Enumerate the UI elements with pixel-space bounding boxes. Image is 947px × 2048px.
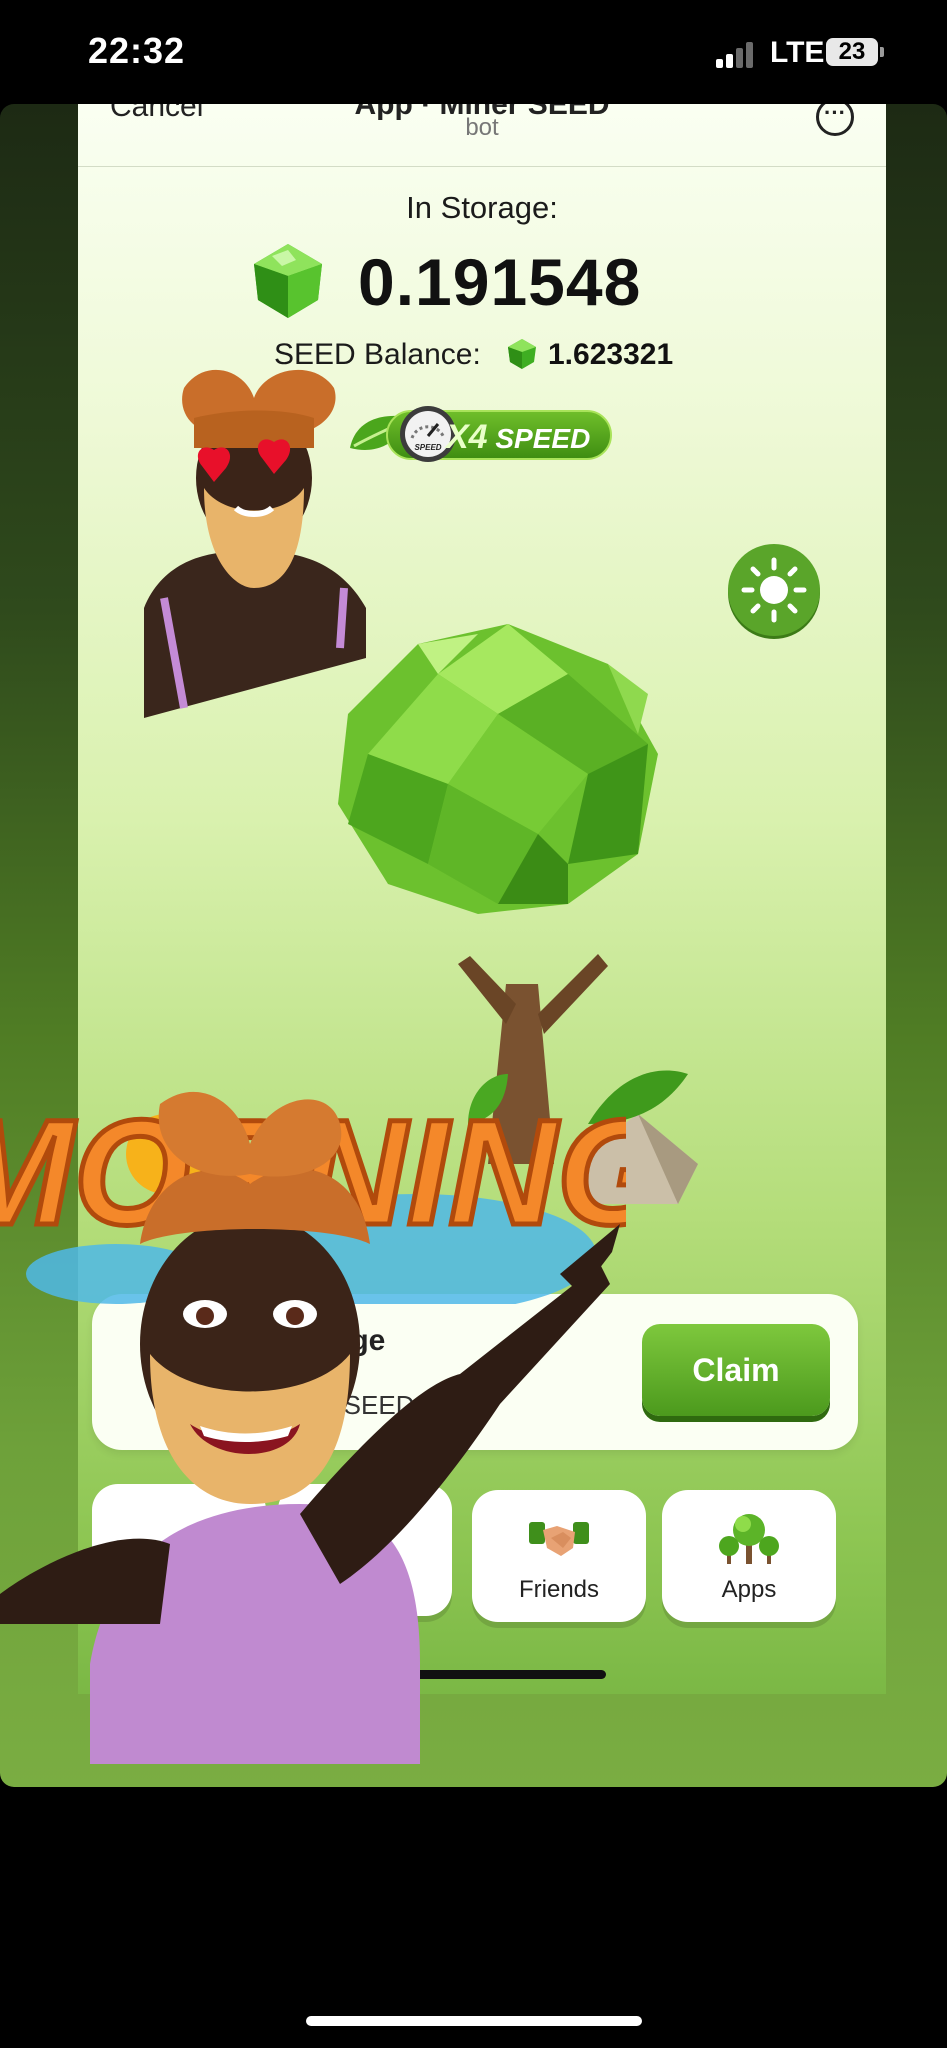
status-bar: 22:32 LTE 23 bbox=[0, 0, 947, 104]
avatar-sticker-heart-eyes bbox=[144, 369, 366, 718]
speed-text: X4 SPEED bbox=[446, 418, 590, 457]
storage-amount: 0.191548 bbox=[248, 236, 768, 326]
avatar-sticker-waving bbox=[0, 1091, 620, 1764]
os-home-indicator bbox=[306, 2016, 642, 2026]
app-header: Cancel App · Miner SEED bot ··· bbox=[78, 104, 886, 167]
speed-boost-badge[interactable]: SPEED X4 SPEED bbox=[346, 404, 614, 466]
seed-gem-icon bbox=[254, 244, 322, 318]
nav-tile-apps[interactable]: Apps bbox=[662, 1490, 836, 1622]
storage-value: 0.191548 bbox=[358, 245, 642, 319]
battery-tip bbox=[880, 47, 884, 57]
signal-icon bbox=[716, 40, 760, 68]
speed-label: SPEED bbox=[495, 423, 591, 454]
storage-label: In Storage: bbox=[406, 190, 558, 225]
trees-icon bbox=[719, 1514, 779, 1564]
speed-multiplier: X4 bbox=[446, 418, 488, 456]
app-subtitle: bot bbox=[465, 114, 499, 141]
balance-value: 1.623321 bbox=[548, 338, 674, 371]
battery-icon: 23 bbox=[826, 38, 878, 66]
network-type: LTE bbox=[770, 36, 825, 69]
claim-button[interactable]: Claim bbox=[642, 1324, 830, 1416]
speedometer-label: SPEED bbox=[414, 443, 441, 452]
apps-label: Apps bbox=[721, 1576, 777, 1603]
seed-gem-icon bbox=[508, 339, 536, 369]
story-frame: Cancel App · Miner SEED bot ··· In Stora… bbox=[0, 104, 947, 1787]
status-time: 22:32 bbox=[88, 30, 186, 71]
